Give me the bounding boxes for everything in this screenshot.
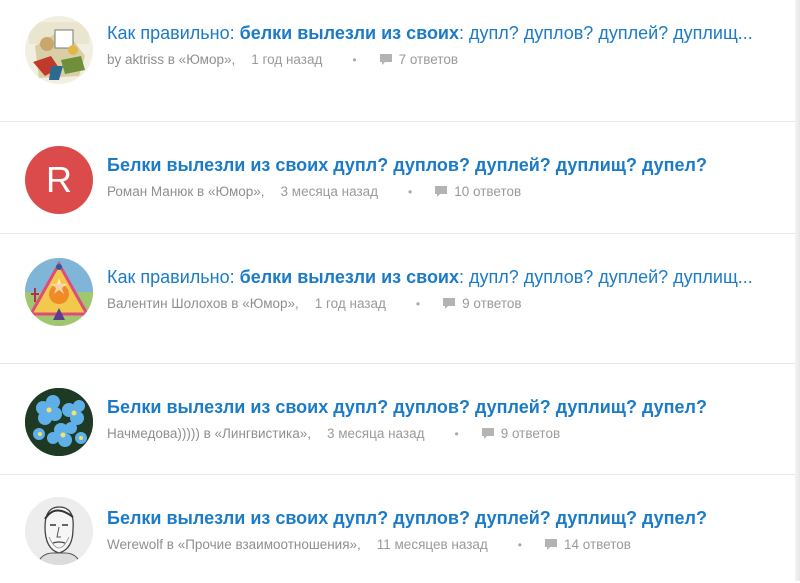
author-link[interactable]: Роман Манюк в «Юмор», bbox=[107, 184, 265, 199]
comment-icon bbox=[481, 427, 495, 440]
answers-count-link[interactable]: 14 ответов bbox=[564, 537, 631, 552]
title-highlight: Белки вылезли из своих дупл? дуплов? дуп… bbox=[107, 155, 707, 175]
timestamp: 11 месяцев назад bbox=[376, 537, 488, 552]
title-rest: : дупл? дуплов? дуплей? дуплищ... bbox=[459, 267, 753, 287]
question-title-link[interactable]: Белки вылезли из своих дупл? дуплов? дуп… bbox=[107, 505, 775, 531]
bullet-separator: • bbox=[517, 537, 522, 552]
avatar[interactable]: R bbox=[25, 146, 93, 214]
symbol-avatar-image bbox=[25, 258, 93, 326]
question-meta: Werewolf в «Прочие взаимоотношения», 11 … bbox=[107, 537, 775, 552]
avatar[interactable] bbox=[25, 258, 93, 326]
comment-icon bbox=[442, 297, 456, 310]
question-meta: Начмедова))))) в «Лингвистика», 3 месяца… bbox=[107, 426, 775, 441]
answers-count-link[interactable]: 10 ответов bbox=[454, 184, 521, 199]
question-feed: Как правильно: белки вылезли из своих: д… bbox=[0, 0, 795, 583]
timestamp: 1 год назад bbox=[314, 296, 386, 311]
title-highlight: Белки вылезли из своих дупл? дуплов? дуп… bbox=[107, 397, 707, 417]
list-item: Белки вылезли из своих дупл? дуплов? дуп… bbox=[0, 364, 795, 475]
timestamp: 3 месяца назад bbox=[280, 184, 379, 199]
avatar-letter: R bbox=[46, 159, 72, 200]
timestamp: 3 месяца назад bbox=[327, 426, 425, 441]
page-edge-shadow bbox=[795, 0, 800, 581]
comment-icon bbox=[434, 185, 448, 198]
question-meta: Роман Манюк в «Юмор», 3 месяца назад • 1… bbox=[107, 184, 775, 199]
sketch-avatar-image bbox=[25, 497, 93, 565]
avatar[interactable] bbox=[25, 16, 93, 84]
question-title-link[interactable]: Как правильно: белки вылезли из своих: д… bbox=[107, 20, 775, 46]
answers-count-link[interactable]: 9 ответов bbox=[501, 426, 560, 441]
question-title-link[interactable]: Белки вылезли из своих дупл? дуплов? дуп… bbox=[107, 152, 775, 178]
comment-icon bbox=[379, 53, 393, 66]
title-prefix: Как правильно: bbox=[107, 23, 240, 43]
comment-icon bbox=[544, 538, 558, 551]
avatar[interactable] bbox=[25, 497, 93, 565]
flowers-avatar-image bbox=[25, 388, 93, 456]
avatar[interactable] bbox=[25, 388, 93, 456]
title-rest: : дупл? дуплов? дуплей? дуплищ... bbox=[459, 23, 753, 43]
question-meta: by aktriss в «Юмор», 1 год назад • 7 отв… bbox=[107, 52, 775, 67]
answers-count-link[interactable]: 9 ответов bbox=[462, 296, 521, 311]
author-link[interactable]: by aktriss в «Юмор», bbox=[107, 52, 235, 67]
bullet-separator: • bbox=[454, 426, 459, 441]
title-highlight: Белки вылезли из своих дупл? дуплов? дуп… bbox=[107, 508, 707, 528]
answers-count-link[interactable]: 7 ответов bbox=[399, 52, 458, 67]
question-meta: Валентин Шолохов в «Юмор», 1 год назад •… bbox=[107, 296, 775, 311]
author-link[interactable]: Валентин Шолохов в «Юмор», bbox=[107, 296, 299, 311]
question-title-link[interactable]: Белки вылезли из своих дупл? дуплов? дуп… bbox=[107, 394, 775, 420]
title-highlight: белки вылезли из своих bbox=[239, 23, 460, 43]
cartoon-avatar-image bbox=[25, 16, 93, 84]
list-item: Белки вылезли из своих дупл? дуплов? дуп… bbox=[0, 475, 795, 583]
title-highlight: белки вылезли из своих bbox=[239, 267, 460, 287]
author-link[interactable]: Werewolf в «Прочие взаимоотношения», bbox=[107, 537, 361, 552]
author-link[interactable]: Начмедова))))) в «Лингвистика», bbox=[107, 426, 311, 441]
bullet-separator: • bbox=[408, 184, 413, 199]
list-item: R Белки вылезли из своих дупл? дуплов? д… bbox=[0, 122, 795, 234]
title-prefix: Как правильно: bbox=[107, 267, 240, 287]
question-title-link[interactable]: Как правильно: белки вылезли из своих: д… bbox=[107, 264, 775, 290]
list-item: Как правильно: белки вылезли из своих: д… bbox=[0, 234, 795, 364]
timestamp: 1 год назад bbox=[251, 52, 323, 67]
bullet-separator: • bbox=[352, 52, 357, 67]
list-item: Как правильно: белки вылезли из своих: д… bbox=[0, 0, 795, 122]
bullet-separator: • bbox=[415, 296, 421, 311]
